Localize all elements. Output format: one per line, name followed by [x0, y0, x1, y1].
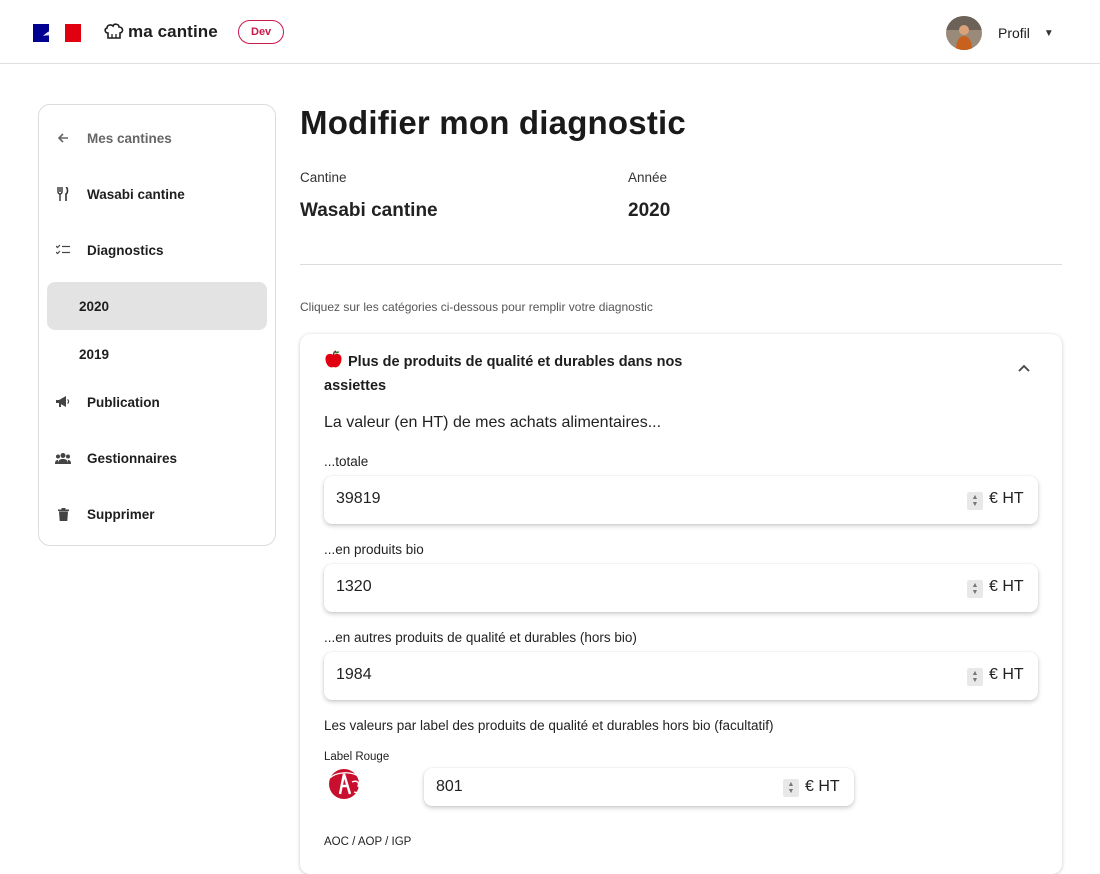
- sidebar-item-label: Supprimer: [87, 506, 155, 522]
- environment-badge: Dev: [238, 20, 285, 44]
- sidebar-item-2019[interactable]: 2019: [47, 330, 267, 378]
- sidebar-item-publication[interactable]: Publication: [47, 378, 267, 426]
- sidebar-item-diagnostics[interactable]: Diagnostics: [47, 226, 267, 274]
- other-quality-unit: € HT: [989, 666, 1024, 683]
- top-header: ma cantine Dev Profil ▼: [0, 0, 1100, 64]
- sidebar-item-label: Wasabi cantine: [87, 186, 185, 202]
- label-rouge-value: 801: [436, 778, 463, 795]
- sidebar-item-label: 2019: [79, 346, 110, 362]
- total-input[interactable]: 39819 ▲ ▼ € HT: [324, 476, 1038, 524]
- trash-icon: [55, 506, 71, 522]
- french-republic-flag-icon[interactable]: [33, 24, 81, 42]
- label-rouge-input[interactable]: 801 ▲ ▼ € HT: [424, 768, 854, 806]
- sidebar-item-label: Diagnostics: [87, 242, 164, 258]
- apple-icon: [324, 350, 348, 376]
- sidebar-nav: Mes cantines Wasabi cantine Diagnostics …: [38, 104, 276, 546]
- bio-label: ...en produits bio: [324, 542, 424, 557]
- chevron-up-icon[interactable]: [1016, 360, 1032, 376]
- quality-products-panel: Plus de produits de qualité et durables …: [300, 334, 1062, 874]
- bio-value: 1320: [336, 578, 372, 595]
- year-value: 2020: [628, 200, 671, 221]
- app-logo-text: ma cantine: [128, 22, 218, 41]
- caret-down-icon: ▼: [1043, 27, 1054, 39]
- instructions-hint: Cliquez sur les catégories ci-dessous po…: [300, 300, 653, 314]
- chef-hat-icon: [104, 23, 124, 39]
- sidebar-item-label: Gestionnaires: [87, 450, 178, 466]
- other-quality-input[interactable]: 1984 ▲ ▼ € HT: [324, 652, 1038, 700]
- sidebar-item-2020[interactable]: 2020: [47, 282, 267, 330]
- number-spinner-icon[interactable]: ▲ ▼: [967, 580, 983, 598]
- divider: [300, 264, 1062, 265]
- label-rouge-unit: € HT: [805, 778, 840, 795]
- bio-unit: € HT: [989, 578, 1024, 595]
- sidebar-item-label: Publication: [87, 394, 160, 410]
- sidebar-item-label: Mes cantines: [87, 130, 172, 146]
- total-label: ...totale: [324, 454, 369, 469]
- sidebar-item-label: 2020: [79, 298, 110, 314]
- sidebar-item-supprimer[interactable]: Supprimer: [47, 490, 267, 538]
- sidebar-item-mes-cantines[interactable]: Mes cantines: [47, 114, 267, 162]
- labels-intro: Les valeurs par label des produits de qu…: [324, 718, 774, 733]
- number-spinner-icon[interactable]: ▲ ▼: [967, 668, 983, 686]
- arrow-left-icon: [55, 130, 71, 146]
- checklist-icon: [55, 242, 71, 258]
- panel-header[interactable]: Plus de produits de qualité et durables …: [324, 350, 734, 397]
- bio-input[interactable]: 1320 ▲ ▼ € HT: [324, 564, 1038, 612]
- aoc-aop-igp-label: AOC / AOP / IGP: [324, 836, 412, 848]
- group-icon: [55, 450, 71, 466]
- total-unit: € HT: [989, 490, 1024, 507]
- app-logo[interactable]: ma cantine: [104, 20, 218, 44]
- number-spinner-icon[interactable]: ▲ ▼: [783, 779, 799, 797]
- canteen-label: Cantine: [300, 170, 347, 185]
- year-label: Année: [628, 170, 668, 185]
- avatar[interactable]: [946, 16, 982, 50]
- other-quality-label: ...en autres produits de qualité et dura…: [324, 630, 637, 645]
- other-quality-value: 1984: [336, 666, 372, 683]
- page-title: Modifier mon diagnostic: [300, 104, 686, 141]
- label-rouge-logo-icon: [329, 769, 361, 799]
- number-spinner-icon[interactable]: ▲ ▼: [967, 492, 983, 510]
- profile-label: Profil: [998, 25, 1030, 41]
- panel-title: Plus de produits de qualité et durables …: [324, 354, 683, 394]
- purchases-intro: La valeur (en HT) de mes achats alimenta…: [324, 414, 662, 431]
- canteen-value: Wasabi cantine: [300, 200, 438, 221]
- sidebar-item-wasabi-cantine[interactable]: Wasabi cantine: [47, 170, 267, 218]
- megaphone-icon: [55, 394, 71, 410]
- sidebar-item-gestionnaires[interactable]: Gestionnaires: [47, 434, 267, 482]
- total-value: 39819: [336, 490, 381, 507]
- fork-knife-icon: [55, 186, 71, 202]
- profile-menu[interactable]: Profil ▼: [946, 16, 1054, 50]
- label-rouge-label: Label Rouge: [324, 751, 390, 763]
